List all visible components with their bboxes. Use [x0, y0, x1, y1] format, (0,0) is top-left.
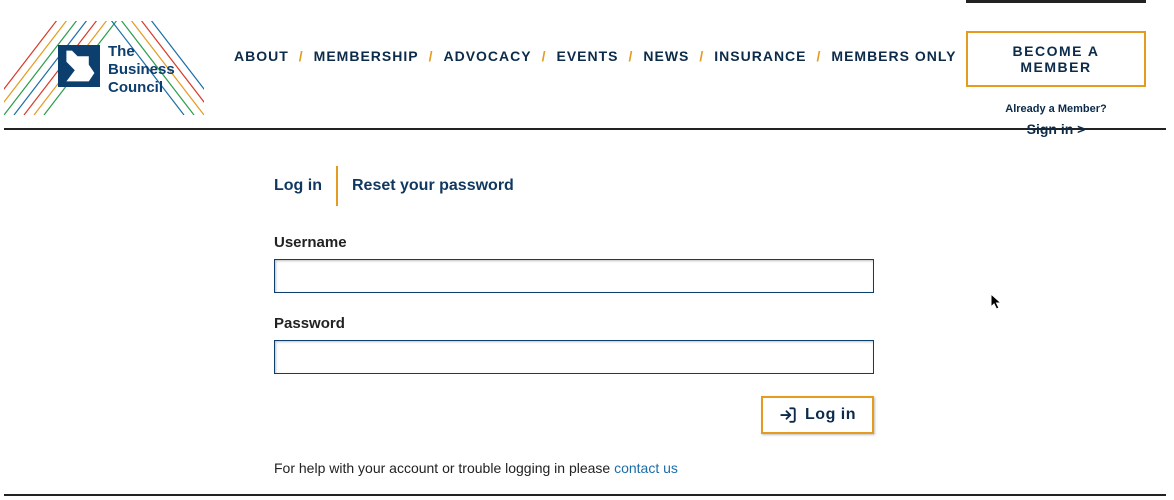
contact-us-link[interactable]: contact us — [614, 460, 678, 476]
password-label: Password — [274, 315, 874, 332]
username-input[interactable] — [274, 259, 874, 293]
log-in-button[interactable]: Log in — [761, 396, 874, 434]
nav-separator: / — [699, 48, 704, 64]
tab-reset-password[interactable]: Reset your password — [352, 173, 514, 199]
nav-insurance[interactable]: INSURANCE — [714, 48, 806, 64]
nav-separator: / — [429, 48, 434, 64]
main-nav: ABOUT / MEMBERSHIP / ADVOCACY / EVENTS / NEW… — [234, 48, 956, 64]
mouse-cursor — [990, 293, 1004, 316]
nav-separator: / — [299, 48, 304, 64]
nav-separator: / — [542, 48, 547, 64]
nav-members-only[interactable]: MEMBERS ONLY — [831, 48, 956, 64]
nav-separator: / — [817, 48, 822, 64]
nav-membership[interactable]: MEMBERSHIP — [314, 48, 419, 64]
nav-news[interactable]: NEWS — [643, 48, 689, 64]
logo-mark — [58, 45, 100, 87]
auth-tabs: Log in Reset your password — [274, 166, 874, 206]
tab-divider — [336, 166, 338, 206]
sign-in-link[interactable]: Sign in > — [966, 121, 1146, 137]
become-member-button[interactable]: BECOME A MEMBER — [966, 31, 1146, 87]
log-in-button-label: Log in — [805, 406, 856, 424]
logo-text: The Business Council — [108, 43, 175, 97]
logo[interactable]: The Business Council — [4, 21, 214, 115]
nav-about[interactable]: ABOUT — [234, 48, 289, 64]
help-text: For help with your account or trouble lo… — [274, 460, 874, 476]
nav-events[interactable]: EVENTS — [556, 48, 618, 64]
already-member-text: Already a Member? — [966, 103, 1146, 115]
nav-separator: / — [629, 48, 634, 64]
header-rule — [966, 0, 1146, 3]
username-label: Username — [274, 234, 874, 251]
password-input[interactable] — [274, 340, 874, 374]
tab-log-in[interactable]: Log in — [274, 173, 322, 199]
nav-advocacy[interactable]: ADVOCACY — [443, 48, 531, 64]
log-in-icon — [779, 406, 797, 424]
footer-divider — [4, 494, 1166, 496]
